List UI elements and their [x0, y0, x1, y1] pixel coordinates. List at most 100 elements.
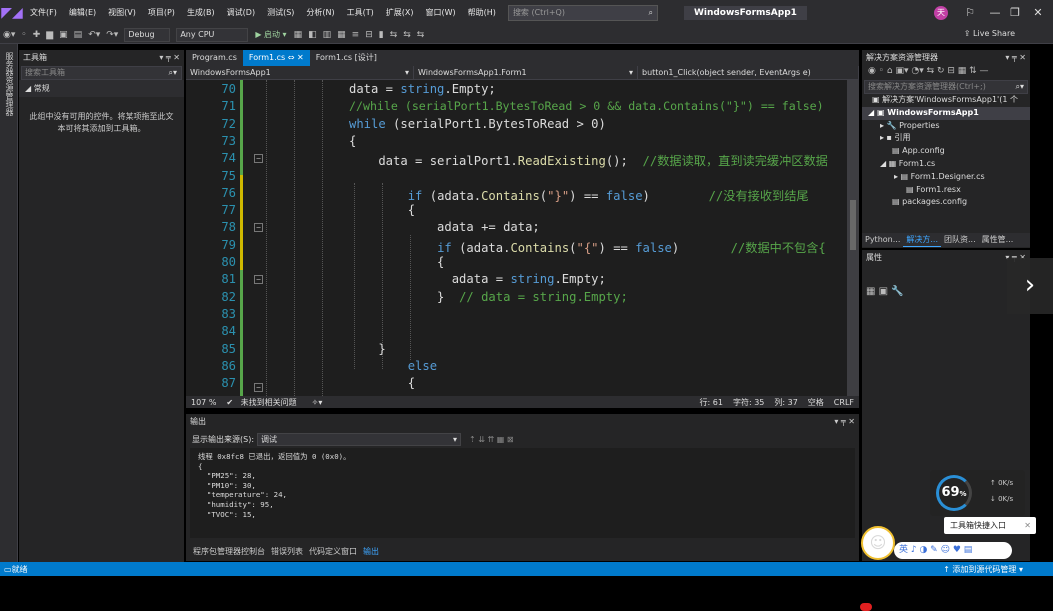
output-source-select[interactable]: 调试 ▾: [257, 432, 462, 446]
open-icon[interactable]: ▆: [43, 30, 56, 40]
tree-references[interactable]: ▸ ▪ 引用: [862, 132, 1030, 145]
back-icon[interactable]: ◉▾: [0, 30, 18, 40]
forward-icon[interactable]: ◦: [18, 30, 29, 40]
toolbar-icon-3[interactable]: ▥: [320, 30, 335, 40]
line-number: 77: [221, 203, 236, 218]
tree-project[interactable]: ◢ ▣ WindowsFormsApp1: [862, 106, 1030, 120]
tree-properties[interactable]: ▸ 🔧 Properties: [862, 120, 1030, 133]
toolbar-icon-8[interactable]: ⇆: [400, 30, 414, 40]
vertical-scrollbar[interactable]: [847, 80, 859, 396]
toolbox-group-general[interactable]: ◢ 常规: [19, 80, 184, 97]
platform-select[interactable]: Any CPU: [176, 27, 249, 42]
tree-solution[interactable]: ▣ 解决方案'WindowsFormsApp1'(1 个: [862, 94, 1030, 107]
tree-app-config[interactable]: ▤ App.config: [862, 145, 1030, 158]
new-project-icon[interactable]: ✚: [30, 30, 44, 40]
code-area[interactable]: − − − − 70 71 72 73 74 75 76 77 78 79 80…: [186, 80, 859, 396]
start-button[interactable]: ▶ 启动 ▾: [251, 29, 290, 40]
toolbar-icon-9[interactable]: ⇆: [414, 30, 428, 40]
add-to-source-control[interactable]: ↑ 添加到源代码管理 ▾: [943, 564, 1023, 575]
tab-property-manager[interactable]: 属性管...: [979, 233, 1017, 247]
toolbar-icon-1[interactable]: ▦: [291, 30, 306, 40]
code-cleanup-icon[interactable]: ✧▾: [307, 398, 328, 407]
save-icon[interactable]: ▣: [56, 30, 71, 40]
collapse-icon[interactable]: −: [254, 275, 263, 284]
collapse-icon[interactable]: −: [254, 223, 263, 232]
menu-analyze[interactable]: 分析(N): [300, 0, 340, 26]
tab-error-list[interactable]: 错误列表: [268, 546, 306, 557]
toolbox-search-input[interactable]: 搜索工具箱 ⌕▾: [21, 66, 182, 80]
collapse-icon[interactable]: −: [254, 383, 263, 392]
visual-studio-logo-icon[interactable]: ◤◢: [0, 0, 24, 26]
spaces-indicator[interactable]: 空格: [803, 397, 829, 408]
output-text[interactable]: 线程 0x8fc8 已退出，返回值为 0 (0x0)。 { "PM25": 28…: [190, 448, 855, 538]
menu-project[interactable]: 项目(P): [142, 0, 181, 26]
menu-edit[interactable]: 编辑(E): [63, 0, 102, 26]
output-header: 输出 ▾ ╤ ✕: [186, 414, 859, 430]
line-number: 75: [221, 168, 236, 183]
quick-search-input[interactable]: 搜索 (Ctrl+Q) ⌕: [507, 5, 658, 21]
tree-form1[interactable]: ◢ ▦ Form1.cs: [862, 158, 1030, 171]
pin-close-icon[interactable]: ▾ ╤ ✕: [834, 414, 855, 430]
issues-indicator[interactable]: ✔ 未找到相关问题: [221, 397, 306, 408]
menu-debug[interactable]: 调试(D): [221, 0, 261, 26]
menu-help[interactable]: 帮助(H): [462, 0, 502, 26]
toolbar-icon-6[interactable]: ⊟: [362, 30, 376, 40]
tab-form1-design[interactable]: Form1.cs [设计]: [310, 50, 383, 66]
tab-code-definition[interactable]: 代码定义窗口: [306, 546, 360, 557]
close-icon[interactable]: ✕: [1024, 517, 1031, 534]
class-dropdown[interactable]: WindowsFormsApp1.Form1 ▾: [414, 66, 638, 79]
member-dropdown[interactable]: button1_Click(object sender, EventArgs e…: [638, 66, 859, 79]
tab-form1-cs[interactable]: Form1.cs ⇔ ✕: [242, 50, 310, 66]
line-number: 87: [221, 376, 236, 391]
output-toolbar-icons[interactable]: ⇡ ⇊ ⇈ ▦ ⊠: [469, 435, 514, 444]
project-dropdown[interactable]: WindowsFormsApp1 ▾: [186, 66, 414, 79]
indent-guide: [266, 80, 267, 396]
bookmark-icon[interactable]: ▮: [376, 30, 387, 40]
assistant-mascot-icon[interactable]: ☺: [861, 526, 895, 560]
redo-icon[interactable]: ↷▾: [103, 30, 121, 40]
avatar[interactable]: 天: [934, 6, 948, 20]
tab-team[interactable]: 团队资...: [941, 233, 979, 247]
tab-package-manager[interactable]: 程序包管理器控制台: [190, 546, 268, 557]
pin-close-icon[interactable]: ▾ ╤ ✕: [1005, 50, 1026, 66]
left-tool-strip: 服务器资源管理器: [0, 44, 18, 562]
toolbar-icon-2[interactable]: ◧: [305, 30, 320, 40]
configuration-select[interactable]: Debug: [124, 27, 171, 42]
toolbox-shortcut-tooltip[interactable]: 工具箱快捷入口 ✕: [944, 517, 1036, 534]
tab-output[interactable]: 输出: [360, 546, 382, 557]
eol-indicator[interactable]: CRLF: [829, 398, 859, 407]
menu-view[interactable]: 视图(V): [102, 0, 142, 26]
server-explorer-tab[interactable]: 服务器资源管理器: [4, 52, 15, 116]
solution-toolbar[interactable]: ◉ ◦ ⌂ ▣▾ ◔▾ ⇆ ↻ ⊟ ▦ ⇅ —: [862, 66, 1030, 80]
menu-build[interactable]: 生成(B): [181, 0, 221, 26]
collapse-icon[interactable]: −: [254, 154, 263, 163]
tab-python[interactable]: Python...: [862, 233, 903, 247]
menu-file[interactable]: 文件(F): [24, 0, 63, 26]
tree-form1-designer[interactable]: ▸ ▤ Form1.Designer.cs: [862, 171, 1030, 184]
menu-extensions[interactable]: 扩展(X): [380, 0, 420, 26]
solution-search-input[interactable]: 搜索解决方案资源管理器(Ctrl+;) ⌕▾: [864, 80, 1028, 94]
menu-window[interactable]: 窗口(W): [420, 0, 462, 26]
menu-test[interactable]: 测试(S): [261, 0, 300, 26]
live-share-button[interactable]: ⇪ Live Share: [964, 29, 1015, 38]
tree-form1-resx[interactable]: ▤ Form1.resx: [862, 184, 1030, 197]
properties-toolbar[interactable]: ▦ ▣ 🔧: [862, 266, 1030, 297]
toolbox-panel: 工具箱 ▾ ╤ ✕ 搜索工具箱 ⌕▾ ◢ 常规 此组中没有可用的控件。将某项拖至…: [19, 50, 184, 562]
undo-icon[interactable]: ↶▾: [85, 30, 103, 40]
ime-toolbar[interactable]: 英 ♪ ◑ ✎ ☺ ♥ ▤: [894, 542, 1012, 559]
scroll-thumb[interactable]: [850, 200, 856, 250]
toolbar-icon-7[interactable]: ⇆: [387, 30, 401, 40]
pin-close-icon[interactable]: ▾ ╤ ✕: [159, 50, 180, 66]
line-number: 84: [221, 324, 236, 339]
tree-packages-config[interactable]: ▤ packages.config: [862, 196, 1030, 209]
network-speed-widget[interactable]: 69% ↑ 0K/s ↓ 0K/s: [930, 470, 1025, 516]
menu-tools[interactable]: 工具(T): [341, 0, 380, 26]
save-all-icon[interactable]: ▤: [71, 30, 86, 40]
tab-solution[interactable]: 解决方...: [903, 233, 941, 247]
toolbar-icon-4[interactable]: ▦: [334, 30, 349, 40]
close-button[interactable]: ✕: [1023, 0, 1053, 26]
toolbar-icon-5[interactable]: ≡: [349, 30, 363, 40]
zoom-level[interactable]: 107 %: [186, 398, 221, 407]
next-arrow-icon[interactable]: ›: [1007, 258, 1053, 314]
tab-program-cs[interactable]: Program.cs: [186, 50, 243, 66]
